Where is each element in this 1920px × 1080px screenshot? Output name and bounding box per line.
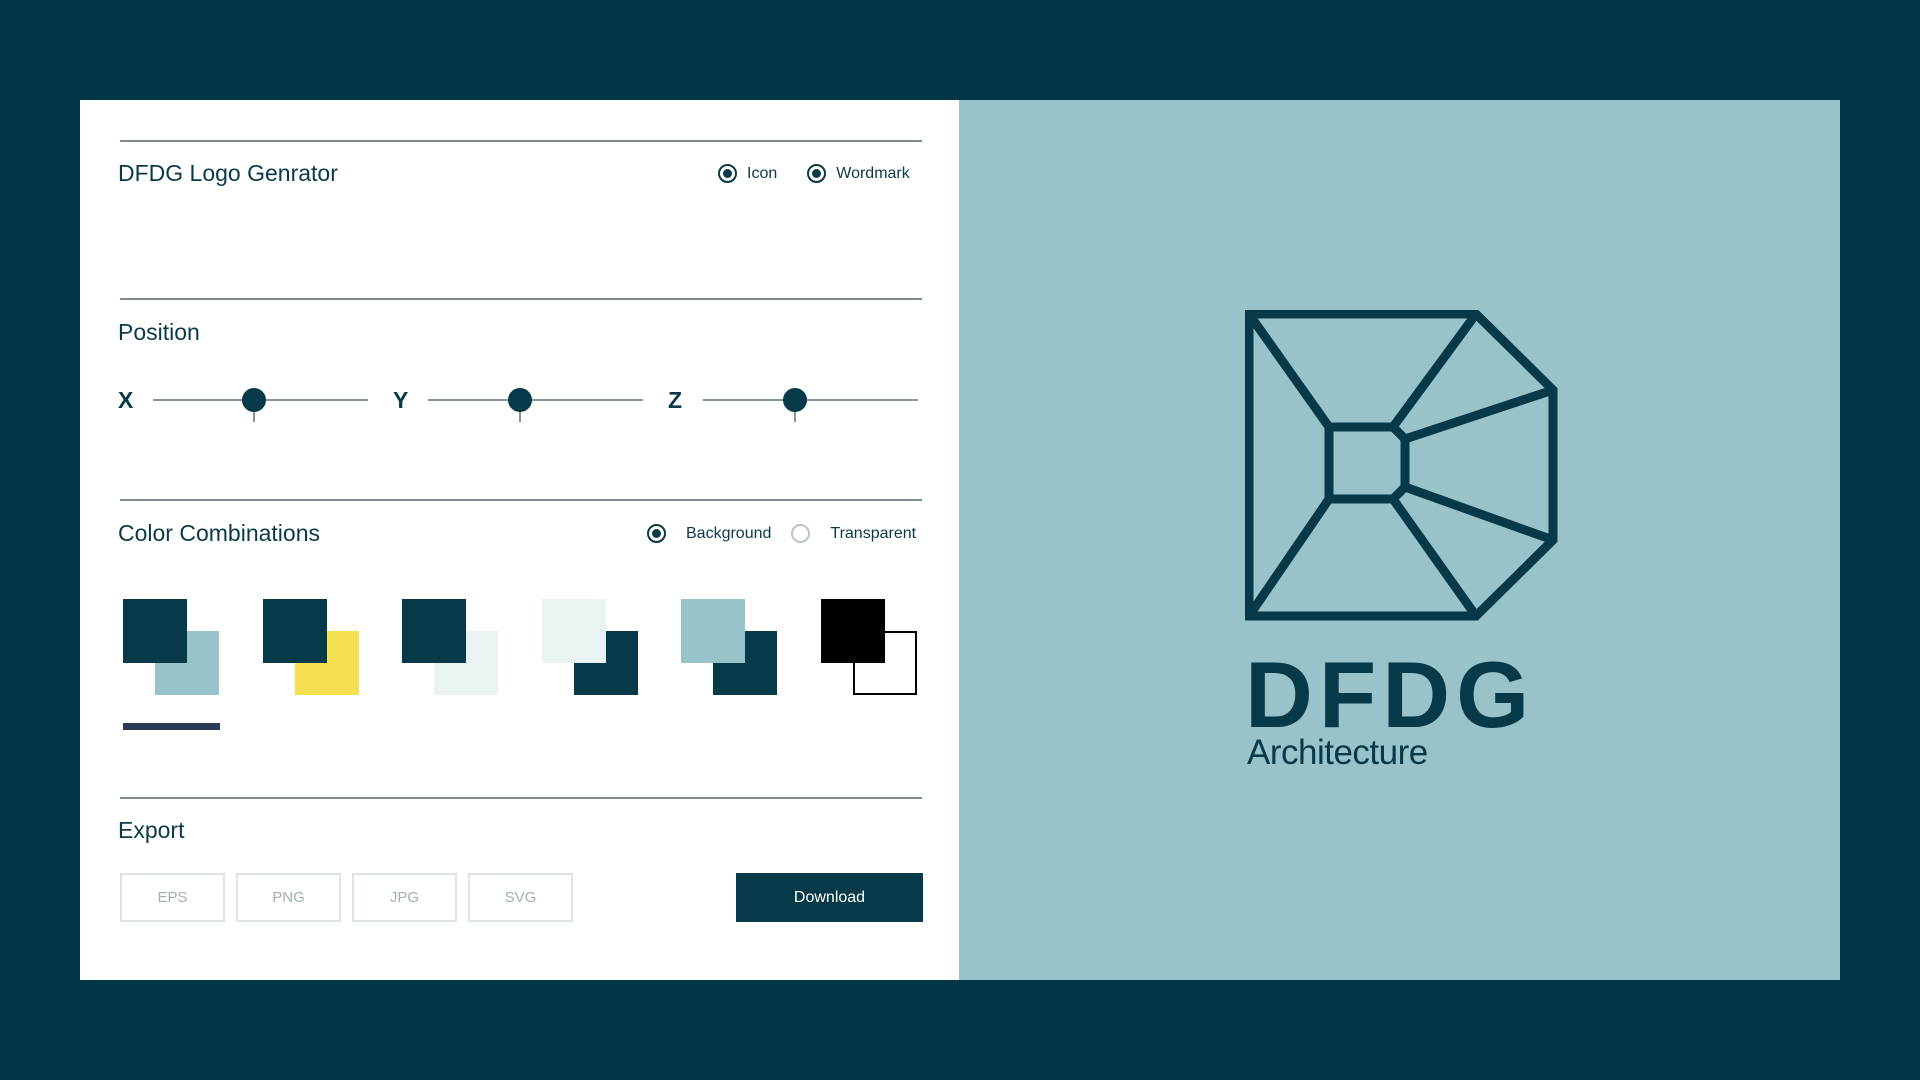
y-slider-track[interactable] [428, 399, 643, 401]
app-title: DFDG Logo Genrator [118, 160, 338, 186]
z-slider-thumb[interactable] [783, 388, 808, 412]
color-swatch-2[interactable] [263, 599, 361, 697]
divider [120, 797, 922, 799]
swatch-primary-color [821, 599, 885, 663]
position-title: Position [118, 319, 200, 345]
icon-option[interactable]: Icon [718, 164, 777, 183]
y-slider[interactable]: Y [393, 380, 643, 422]
color-combinations-title: Color Combinations [118, 520, 320, 546]
export-title: Export [118, 817, 185, 843]
png-format-button[interactable]: PNG [236, 873, 341, 922]
swatch-primary-color [681, 599, 745, 663]
swatch-primary-color [402, 599, 466, 663]
swatch-primary-color [123, 599, 187, 663]
background-label: Background [686, 524, 772, 542]
generator-panel: DFDG Logo Genrator Icon Wordmark Positio… [80, 100, 959, 980]
divider [120, 499, 922, 501]
color-swatch-6[interactable] [821, 599, 919, 697]
logo-type-group: Icon Wordmark [718, 164, 910, 183]
z-slider[interactable]: Z [668, 380, 918, 422]
swatch-primary-color [263, 599, 327, 663]
icon-label: Icon [747, 164, 778, 182]
eps-format-button[interactable]: EPS [120, 873, 225, 922]
x-axis-label: X [118, 387, 134, 413]
divider [120, 298, 922, 300]
wordmark-label: Wordmark [836, 164, 910, 182]
x-slider[interactable]: X [118, 380, 368, 422]
logo-tagline: Architecture [1247, 733, 1428, 772]
color-swatch-3[interactable] [402, 599, 500, 697]
transparent-option[interactable]: Transparent [791, 524, 916, 543]
z-slider-track[interactable] [703, 399, 918, 401]
z-axis-label: Z [668, 387, 683, 413]
transparent-label: Transparent [830, 524, 917, 542]
swatch-primary-color [542, 599, 606, 663]
divider [120, 140, 922, 142]
x-slider-thumb[interactable] [242, 388, 267, 412]
jpg-format-button[interactable]: JPG [352, 873, 457, 922]
color-swatch-1[interactable] [123, 599, 221, 697]
color-swatch-5[interactable] [681, 599, 779, 697]
wordmark-option[interactable]: Wordmark [807, 164, 910, 183]
background-radio[interactable] [647, 524, 666, 543]
download-button[interactable]: Download [736, 873, 923, 922]
color-swatch-4[interactable] [542, 599, 640, 697]
wordmark-radio[interactable] [807, 164, 827, 183]
logo-wordmark: DFDG [1245, 642, 1536, 747]
selected-swatch-indicator [123, 723, 220, 730]
y-axis-label: Y [393, 387, 409, 413]
y-slider-thumb[interactable] [508, 388, 533, 412]
icon-radio[interactable] [718, 164, 737, 183]
background-option[interactable]: Background [647, 524, 771, 543]
logo-icon [1245, 310, 1558, 621]
color-mode-group: Background Transparent [647, 524, 916, 543]
svg-format-button[interactable]: SVG [468, 873, 573, 922]
transparent-radio[interactable] [791, 524, 811, 543]
